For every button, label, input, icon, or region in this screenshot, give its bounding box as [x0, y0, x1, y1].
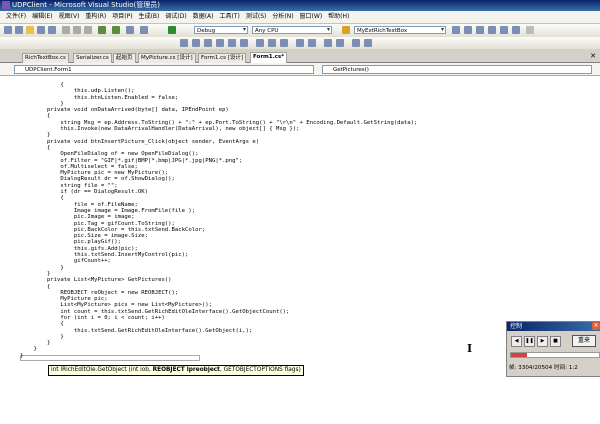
cut-icon[interactable]	[62, 26, 70, 34]
code-text[interactable]: { this.udp.Listen(); this.btnListen.Enab…	[20, 82, 417, 359]
window-title: UDPClient - Microsoft Visual Studio(管理员)	[12, 1, 160, 9]
find-icon[interactable]	[452, 26, 460, 34]
object-browser-icon[interactable]	[488, 26, 496, 34]
pause-icon[interactable]: ❚❚	[524, 336, 535, 347]
start-debugging-icon[interactable]	[168, 26, 176, 34]
restart-button[interactable]: 重来	[572, 335, 596, 347]
open-file-icon[interactable]	[26, 26, 34, 34]
align-middles-icon[interactable]	[228, 39, 236, 47]
align-tops-icon[interactable]	[216, 39, 224, 47]
menu-item-6[interactable]: 调试(D)	[165, 11, 186, 23]
navigate-backward-icon[interactable]	[126, 26, 134, 34]
menu-item-5[interactable]: 生成(B)	[139, 11, 160, 23]
toolbox-icon[interactable]	[500, 26, 508, 34]
navigate-forward-icon[interactable]	[140, 26, 148, 34]
class-dropdown-value: UDPClient.Form1	[25, 67, 72, 73]
save-icon[interactable]	[37, 26, 45, 34]
make-same-width-icon[interactable]	[256, 39, 264, 47]
tab-start-page[interactable]: 起始页	[113, 53, 136, 63]
solution-explorer-icon[interactable]	[464, 26, 472, 34]
vertical-spacing-icon[interactable]	[308, 39, 316, 47]
tab-order-icon[interactable]	[352, 39, 360, 47]
horizontal-spacing-icon[interactable]	[296, 39, 304, 47]
tooltip-current-parameter: REOBJECT lpreobject	[152, 367, 220, 373]
redo-icon[interactable]	[112, 26, 120, 34]
mouse-cursor-ibeam: I	[467, 342, 473, 355]
solution-configuration-dropdown[interactable]: Debug	[194, 26, 248, 34]
make-same-size-icon[interactable]	[280, 39, 288, 47]
menu-item-4[interactable]: 项目(P)	[112, 11, 132, 23]
new-project-icon[interactable]	[4, 26, 12, 34]
paste-icon[interactable]	[84, 26, 92, 34]
member-dropdown-value: GetPictures()	[333, 67, 369, 73]
properties-icon[interactable]	[476, 26, 484, 34]
close-icon[interactable]: ✕	[590, 52, 596, 60]
tab-mypicture-design[interactable]: MyPicture.cs [设计]	[138, 53, 196, 63]
player-title-bar: 控制 ✕	[507, 322, 600, 331]
menu-item-8[interactable]: 工具(T)	[220, 11, 240, 23]
tab-form1-code[interactable]: Form1.cs*	[250, 52, 288, 63]
tab-form1-design[interactable]: Form1.cs [设计]	[198, 53, 247, 63]
next-frame-icon[interactable]: ▶	[537, 336, 548, 347]
close-icon[interactable]: ✕	[592, 322, 600, 330]
class-dropdown[interactable]: UDPClient.Form1	[14, 65, 314, 74]
menu-item-12[interactable]: 帮助(H)	[328, 11, 349, 23]
tooltip-signature-suffix: , GETOBJECTOPTIONS flags)	[219, 367, 301, 373]
menu-item-2[interactable]: 视图(V)	[59, 11, 80, 23]
player-control-window[interactable]: 控制 ✕ ◀ ❚❚ ▶ ■ 重来 帧: 3304/20504 时间: 1:2	[506, 321, 600, 377]
title-bar: UDPClient - Microsoft Visual Studio(管理员)	[0, 0, 600, 11]
document-tabs: RichTextBox.cs Serializer.cs 起始页 MyPictu…	[0, 50, 600, 63]
menu-item-7[interactable]: 数据(A)	[193, 11, 214, 23]
make-same-height-icon[interactable]	[268, 39, 276, 47]
align-centers-icon[interactable]	[192, 39, 200, 47]
align-bottoms-icon[interactable]	[240, 39, 248, 47]
menu-item-0[interactable]: 文件(F)	[6, 11, 26, 23]
align-rights-icon[interactable]	[204, 39, 212, 47]
player-status: 帧: 3304/20504 时间: 1:2	[509, 365, 578, 371]
send-to-back-icon[interactable]	[336, 39, 344, 47]
code-line: }	[20, 352, 24, 359]
standard-toolbar: Debug Any CPU MyExtRichTextBox	[0, 24, 600, 37]
menu-item-11[interactable]: 窗口(W)	[300, 11, 323, 23]
member-dropdown[interactable]: GetPictures()	[322, 65, 592, 74]
toolbar-options-icon[interactable]	[526, 26, 534, 34]
save-all-icon[interactable]	[48, 26, 56, 34]
menu-item-9[interactable]: 测试(S)	[246, 11, 267, 23]
add-item-icon[interactable]	[15, 26, 23, 34]
layout-toolbar	[0, 37, 600, 49]
start-page-icon[interactable]	[512, 26, 520, 34]
menu-bar: 文件(F) 编辑(E) 视图(V) 重构(R) 项目(P) 生成(B) 调试(D) 数据(A)…	[0, 11, 600, 24]
bring-to-front-icon[interactable]	[324, 39, 332, 47]
parameter-info-tooltip: int IRichEditOle.GetObject (int iob, REO…	[48, 365, 304, 376]
menu-item-10[interactable]: 分析(N)	[272, 11, 293, 23]
progress-slider[interactable]	[510, 352, 600, 358]
editor-gutter	[0, 76, 16, 424]
undo-icon[interactable]	[98, 26, 106, 34]
tab-serializer[interactable]: Serializer.cs	[73, 53, 112, 63]
menu-item-3[interactable]: 重构(R)	[85, 11, 106, 23]
navigation-bar: UDPClient.Form1 GetPictures()	[0, 63, 600, 76]
find-in-files-icon[interactable]	[342, 26, 350, 34]
visual-studio-icon	[2, 1, 10, 9]
align-lefts-icon[interactable]	[180, 39, 188, 47]
menu-item-1[interactable]: 编辑(E)	[32, 11, 52, 23]
copy-icon[interactable]	[73, 26, 81, 34]
tooltip-signature-prefix: int IRichEditOle.GetObject (int iob,	[51, 367, 153, 373]
lock-controls-icon[interactable]	[364, 39, 372, 47]
prev-frame-icon[interactable]: ◀	[511, 336, 522, 347]
player-title: 控制	[510, 323, 523, 330]
solution-platform-dropdown[interactable]: Any CPU	[252, 26, 332, 34]
stop-icon[interactable]: ■	[550, 336, 561, 347]
tab-richtextbox[interactable]: RichTextBox.cs	[22, 53, 69, 63]
find-dropdown[interactable]: MyExtRichTextBox	[354, 26, 446, 34]
progress-fill	[511, 353, 527, 357]
